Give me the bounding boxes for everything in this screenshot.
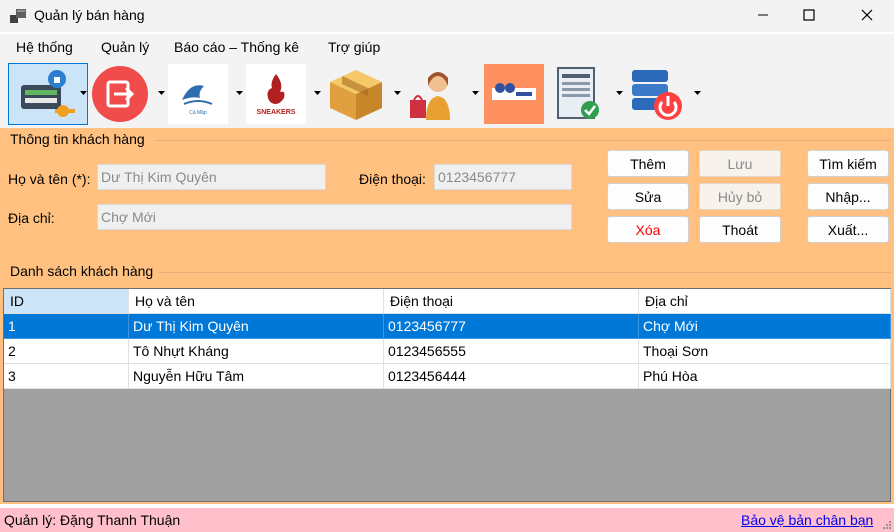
menu-help[interactable]: Trợ giúp (328, 39, 380, 55)
title-bar: Quản lý bán hàng (0, 0, 894, 32)
cell-address: Phú Hòa (639, 364, 891, 389)
column-header-name[interactable]: Họ và tên (129, 289, 384, 314)
address-label: Địa chỉ: (8, 210, 55, 226)
menu-manage[interactable]: Quản lý (101, 39, 149, 55)
cell-address: Thoại Sơn (639, 339, 891, 364)
login-key-icon (21, 70, 75, 117)
cell-phone: 0123456555 (384, 339, 639, 364)
dropdown-arrow-icon[interactable] (236, 91, 243, 96)
customer-table[interactable]: ID Họ và tên Điện thoại Địa chỉ 1 Dư Thị… (3, 288, 891, 502)
group-divider (158, 272, 891, 273)
svg-text:Cá Mập: Cá Mập (189, 110, 207, 116)
toolbar: Cá Mập SNEAKERS (0, 60, 894, 128)
minimize-button[interactable] (740, 0, 786, 30)
cell-id: 1 (4, 314, 129, 339)
dropdown-arrow-icon[interactable] (616, 91, 623, 96)
search-button[interactable]: Tìm kiếm (807, 150, 889, 177)
product-box-icon (330, 70, 382, 120)
save-button[interactable]: Lưu (699, 150, 781, 177)
toolbar-staff-button[interactable] (484, 63, 544, 125)
column-header-phone[interactable]: Điện thoại (384, 289, 639, 314)
cell-phone: 0123456777 (384, 314, 639, 339)
cell-name: Dư Thị Kim Quyên (129, 314, 384, 339)
logout-icon (92, 66, 148, 122)
table-row[interactable]: 3 Nguyễn Hữu Tâm 0123456444 Phú Hòa (4, 364, 891, 389)
dropdown-arrow-icon[interactable] (694, 91, 701, 96)
group-divider (155, 140, 891, 141)
shopping-person-icon (410, 72, 450, 120)
dropdown-arrow-icon[interactable] (158, 91, 165, 96)
customer-info-panel: Thông tin khách hàng Họ và tên (*): Điện… (0, 128, 894, 260)
address-field[interactable] (97, 204, 572, 230)
staff-banner-icon (484, 64, 544, 124)
minimize-icon (758, 14, 768, 16)
cell-phone: 0123456444 (384, 364, 639, 389)
maximize-icon (803, 9, 815, 21)
toolbar-customers-button[interactable] (404, 63, 464, 125)
cell-name: Nguyễn Hữu Tâm (129, 364, 384, 389)
sneakers-logo-icon: SNEAKERS (246, 64, 306, 124)
add-button[interactable]: Thêm (607, 150, 689, 177)
column-header-id[interactable]: ID (4, 289, 129, 314)
close-icon (861, 9, 873, 21)
column-header-address[interactable]: Địa chỉ (639, 289, 891, 314)
dropdown-arrow-icon[interactable] (394, 91, 401, 96)
status-bar: Quản lý: Đặng Thanh Thuận Bảo vệ bản châ… (0, 508, 894, 532)
table-row[interactable]: 1 Dư Thị Kim Quyên 0123456777 Chợ Mới (4, 314, 891, 339)
toolbar-invoice-button[interactable] (548, 63, 608, 125)
manager-label: Quản lý: Đặng Thanh Thuận (4, 512, 181, 528)
edit-button[interactable]: Sửa (607, 183, 689, 210)
toolbar-login-button[interactable] (8, 63, 88, 125)
toolbar-products-button[interactable] (326, 63, 386, 125)
copyright-link[interactable]: Bảo vệ bản chân bạn (741, 512, 873, 528)
exit-button[interactable]: Thoát (699, 216, 781, 243)
window-title: Quản lý bán hàng (34, 7, 145, 23)
server-power-icon (632, 70, 682, 120)
dropdown-arrow-icon[interactable] (80, 91, 87, 96)
svg-text:SNEAKERS: SNEAKERS (257, 109, 296, 116)
toolbar-logout-button[interactable] (90, 63, 150, 125)
shark-logo-icon: Cá Mập (168, 64, 228, 124)
menu-reports[interactable]: Báo cáo – Thống kê (174, 39, 299, 55)
phone-label: Điện thoại: (359, 171, 426, 187)
import-button[interactable]: Nhập... (807, 183, 889, 210)
app-icon (10, 9, 26, 23)
table-header: ID Họ và tên Điện thoại Địa chỉ (4, 289, 891, 314)
invoice-check-icon (557, 67, 599, 119)
dropdown-arrow-icon[interactable] (314, 91, 321, 96)
name-field[interactable] (97, 164, 326, 190)
customer-list-title: Danh sách khách hàng (10, 263, 154, 279)
toolbar-sneakers-button[interactable]: SNEAKERS (246, 63, 306, 125)
cell-address: Chợ Mới (639, 314, 891, 339)
dropdown-arrow-icon[interactable] (472, 91, 479, 96)
customer-info-title: Thông tin khách hàng (10, 131, 145, 147)
resize-grip-icon[interactable] (882, 520, 892, 530)
phone-field[interactable] (434, 164, 572, 190)
cell-id: 3 (4, 364, 129, 389)
export-button[interactable]: Xuất... (807, 216, 889, 243)
close-button[interactable] (844, 0, 890, 30)
toolbar-shutdown-button[interactable] (626, 63, 686, 125)
menu-bar: Hệ thống Quản lý Báo cáo – Thống kê Trợ … (0, 34, 894, 60)
delete-button[interactable]: Xóa (607, 216, 689, 243)
cell-id: 2 (4, 339, 129, 364)
table-row[interactable]: 2 Tô Nhựt Kháng 0123456555 Thoại Sơn (4, 339, 891, 364)
maximize-button[interactable] (786, 0, 832, 30)
toolbar-shark-button[interactable]: Cá Mập (168, 63, 228, 125)
cancel-button[interactable]: Hủy bỏ (699, 183, 781, 210)
cell-name: Tô Nhựt Kháng (129, 339, 384, 364)
name-label: Họ và tên (*): (8, 171, 91, 187)
menu-system[interactable]: Hệ thống (16, 39, 73, 55)
